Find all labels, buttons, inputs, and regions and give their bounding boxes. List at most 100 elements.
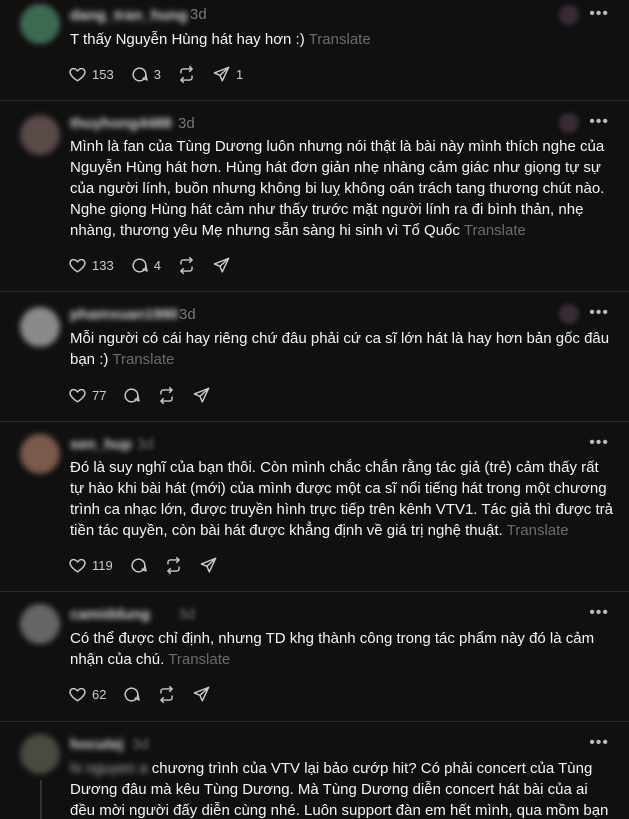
more-options-icon[interactable]: ••• bbox=[589, 604, 609, 622]
post-content: Có thể được chỉ định, nhưng TD khg thành… bbox=[70, 630, 595, 668]
heart-icon bbox=[69, 388, 86, 403]
share-button[interactable] bbox=[212, 256, 231, 275]
like-button[interactable]: 119 bbox=[68, 556, 113, 575]
reply-button[interactable] bbox=[122, 386, 141, 405]
repost-button[interactable] bbox=[157, 386, 176, 405]
post-text: Mình là fan của Tùng Dương luôn nhưng nó… bbox=[70, 136, 615, 241]
like-button[interactable]: 62 bbox=[68, 685, 106, 704]
repost-button[interactable] bbox=[164, 556, 183, 575]
share-count: 1 bbox=[235, 66, 244, 82]
translate-link[interactable]: Translate bbox=[112, 351, 174, 368]
send-icon bbox=[213, 66, 230, 82]
post-time: 3d bbox=[178, 606, 195, 623]
like-button[interactable]: 133 bbox=[68, 256, 114, 275]
post-time: 3d bbox=[178, 115, 195, 132]
like-button[interactable]: 153 bbox=[68, 65, 114, 84]
more-options-icon[interactable]: ••• bbox=[589, 304, 609, 322]
post-time: 3d bbox=[190, 6, 207, 23]
heart-icon bbox=[69, 687, 86, 702]
post-text: hi nguyen a chương trình của VTV lại bảo… bbox=[70, 758, 615, 819]
repost-button[interactable] bbox=[177, 256, 196, 275]
reply-count: 4 bbox=[153, 257, 161, 273]
post-text: T thấy Nguyễn Hùng hát hay hơn :) Transla… bbox=[70, 29, 615, 50]
post-text: Mỗi người có cái hay riêng chứ đâu phải … bbox=[70, 328, 615, 370]
verified-badge-icon bbox=[559, 113, 579, 133]
repost-icon bbox=[160, 685, 174, 703]
post-time: 3d bbox=[132, 736, 149, 753]
repost-button[interactable] bbox=[177, 65, 196, 84]
post-actions: 133 4 bbox=[68, 253, 247, 277]
avatar[interactable] bbox=[20, 434, 60, 474]
post-actions: 119 bbox=[68, 553, 234, 577]
send-icon bbox=[200, 557, 217, 573]
verified-badge-icon bbox=[559, 434, 579, 454]
more-options-icon[interactable]: ••• bbox=[589, 734, 609, 752]
mention[interactable]: hi nguyen a bbox=[70, 760, 148, 777]
translate-link[interactable]: Translate bbox=[507, 522, 569, 539]
repost-button[interactable] bbox=[157, 685, 176, 704]
avatar[interactable] bbox=[20, 604, 60, 644]
post-time: 3d bbox=[179, 306, 196, 323]
comment-icon bbox=[124, 387, 141, 403]
post-actions: 77 bbox=[68, 383, 227, 407]
username[interactable]: dang_tran_hung bbox=[70, 7, 188, 24]
avatar[interactable] bbox=[20, 4, 60, 44]
comment-icon bbox=[131, 557, 147, 573]
post-actions: 62 bbox=[68, 682, 227, 706]
post-time: 3d bbox=[137, 436, 154, 453]
like-count: 153 bbox=[92, 66, 114, 82]
like-count: 119 bbox=[92, 557, 113, 573]
share-button[interactable] bbox=[199, 556, 218, 575]
username[interactable]: hocutej bbox=[70, 736, 123, 753]
username[interactable]: phamxuan1990 bbox=[70, 306, 178, 323]
post: phamxuan1990 3d ••• Mỗi người có cái hay… bbox=[0, 292, 629, 422]
post: sen_hup 3d ••• Đó là suy nghĩ của bạn th… bbox=[0, 422, 629, 592]
reply-button[interactable] bbox=[129, 556, 148, 575]
send-icon bbox=[194, 387, 210, 403]
more-options-icon[interactable]: ••• bbox=[589, 5, 609, 23]
username[interactable]: camiddung bbox=[70, 606, 150, 623]
repost-icon bbox=[160, 386, 174, 404]
avatar[interactable] bbox=[20, 115, 60, 155]
verified-badge-icon bbox=[559, 5, 579, 25]
send-icon bbox=[194, 686, 210, 702]
translate-link[interactable]: Translate bbox=[464, 222, 526, 239]
post: camiddung 3d ••• Có thể được chỉ định, n… bbox=[0, 592, 629, 722]
post-content: chương trình của VTV lại bảo cướp hit? C… bbox=[70, 760, 609, 819]
thread-line bbox=[40, 780, 42, 819]
post-actions: 153 3 1 bbox=[68, 62, 259, 86]
like-button[interactable]: 77 bbox=[68, 386, 106, 405]
more-options-icon[interactable]: ••• bbox=[589, 434, 609, 452]
reply-button[interactable] bbox=[122, 685, 141, 704]
share-button[interactable] bbox=[192, 685, 211, 704]
verified-badge-icon bbox=[559, 304, 579, 324]
translate-link[interactable]: Translate bbox=[309, 31, 371, 48]
repost-icon bbox=[166, 556, 180, 574]
translate-link[interactable]: Translate bbox=[168, 651, 230, 668]
like-count: 77 bbox=[92, 387, 107, 403]
post: dang_tran_hung 3d ••• T thấy Nguyễn Hùng… bbox=[0, 0, 629, 101]
heart-icon bbox=[69, 558, 86, 573]
share-button[interactable]: 1 bbox=[212, 65, 243, 84]
comment-icon bbox=[132, 66, 148, 82]
post: thuyhong4488 3d ••• Mình là fan của Tùng… bbox=[0, 101, 629, 292]
repost-icon bbox=[180, 65, 193, 83]
post-content: T thấy Nguyễn Hùng hát hay hơn :) bbox=[70, 31, 305, 48]
share-button[interactable] bbox=[192, 386, 211, 405]
post-text: Có thể được chỉ định, nhưng TD khg thành… bbox=[70, 628, 615, 670]
avatar[interactable] bbox=[20, 734, 60, 774]
comment-icon bbox=[124, 686, 141, 702]
send-icon bbox=[213, 257, 230, 273]
username[interactable]: thuyhong4488 bbox=[70, 115, 172, 132]
like-count: 62 bbox=[92, 686, 107, 702]
heart-icon bbox=[69, 67, 86, 82]
avatar[interactable] bbox=[20, 307, 60, 347]
username[interactable]: sen_hup bbox=[70, 436, 132, 453]
more-options-icon[interactable]: ••• bbox=[589, 113, 609, 131]
reply-button[interactable]: 4 bbox=[130, 256, 161, 275]
reply-count: 3 bbox=[153, 66, 161, 82]
heart-icon bbox=[69, 258, 86, 273]
repost-icon bbox=[180, 256, 193, 274]
post-text: Đó là suy nghĩ của bạn thôi. Còn mình ch… bbox=[70, 457, 615, 541]
reply-button[interactable]: 3 bbox=[130, 65, 161, 84]
